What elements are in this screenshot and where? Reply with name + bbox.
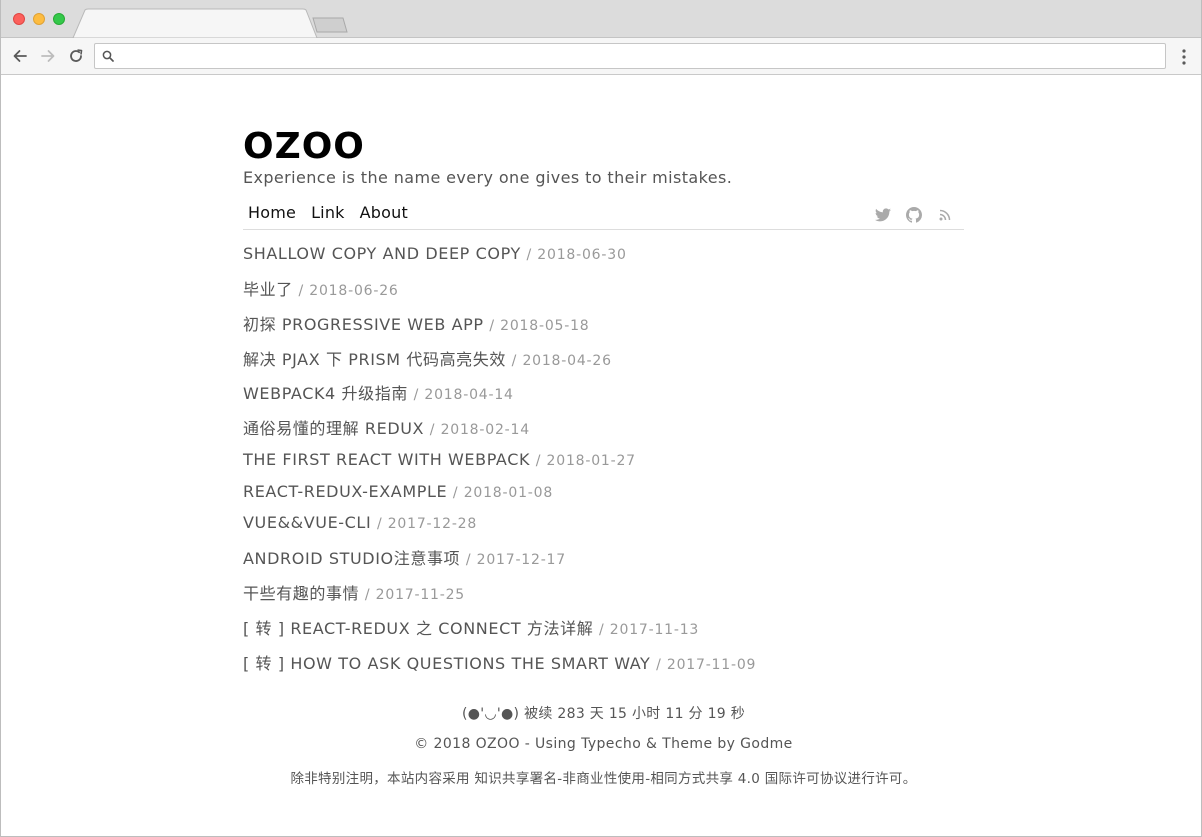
github-icon xyxy=(906,207,922,223)
site-description: Experience is the name every one gives t… xyxy=(243,168,733,187)
post-title[interactable]: 毕业了 xyxy=(243,280,293,299)
post-item: React-Redux-Example / 2018-01-08 xyxy=(243,482,553,501)
reload-button[interactable] xyxy=(66,46,86,66)
nav-item-link[interactable]: Link xyxy=(311,203,345,223)
post-date: / 2018-01-27 xyxy=(535,453,636,469)
kebab-menu-icon xyxy=(1182,49,1186,65)
post-item: [ 转 ] React-Redux 之 connect 方法详解 / 2017-… xyxy=(243,615,699,639)
post-title[interactable]: 干些有趣的事情 xyxy=(243,584,359,603)
post-title[interactable]: Vue&&Vue-cli xyxy=(243,513,371,532)
browser-window: OZOO Experience is the name every one gi… xyxy=(0,0,1202,837)
post-date: / 2018-06-26 xyxy=(298,283,399,299)
post-title[interactable]: Android Studio注意事项 xyxy=(243,549,460,568)
post-date: / 2017-11-13 xyxy=(599,622,700,638)
post-item: 通俗易懂的理解 Redux / 2018-02-14 xyxy=(243,415,530,439)
post-item: Android Studio注意事项 / 2017-12-17 xyxy=(243,545,566,569)
post-date: / 2018-05-18 xyxy=(489,318,590,334)
back-arrow-icon xyxy=(13,50,27,62)
nav-item-home[interactable]: Home xyxy=(248,203,296,223)
github-link[interactable] xyxy=(905,207,923,223)
post-date: / 2018-04-14 xyxy=(413,387,514,403)
post-date: / 2017-12-17 xyxy=(465,552,566,568)
site-title[interactable]: OZOO xyxy=(243,125,964,169)
address-bar[interactable] xyxy=(94,43,1166,69)
search-icon xyxy=(102,50,114,62)
copyright-text: © 2018 OZOO - Using Typecho & Theme by G… xyxy=(414,736,793,752)
license-text: 除非特别注明，本站内容采用 知识共享署名-非商业性使用-相同方式共享 4.0 国… xyxy=(290,771,917,787)
post-title[interactable]: Shallow copy and deep copy xyxy=(243,244,521,263)
post-date: / 2018-04-26 xyxy=(511,353,612,369)
post-date: / 2018-01-08 xyxy=(452,485,554,501)
post-item: [ 转 ] How To Ask Questions The Smart Way… xyxy=(243,650,756,674)
new-tab-button[interactable] xyxy=(312,17,348,33)
uptime-counter: (●'◡'●) 被续 283 天 15 小时 11 分 19 秒 xyxy=(461,706,746,722)
post-title[interactable]: Webpack4 升级指南 xyxy=(243,384,408,403)
post-item: 毕业了 / 2018-06-26 xyxy=(243,276,399,300)
forward-button[interactable] xyxy=(38,46,58,66)
main-nav: Home Link About xyxy=(243,203,964,230)
post-item: Vue&&Vue-cli / 2017-12-28 xyxy=(243,513,477,532)
post-date: / 2018-06-30 xyxy=(526,247,627,263)
post-item: Webpack4 升级指南 / 2018-04-14 xyxy=(243,380,514,404)
twitter-icon xyxy=(875,208,891,222)
post-item: 干些有趣的事情 / 2017-11-25 xyxy=(243,580,465,604)
rss-icon xyxy=(939,209,951,221)
post-title[interactable]: [ 转 ] React-Redux 之 connect 方法详解 xyxy=(243,619,593,638)
browser-menu-button[interactable] xyxy=(1176,47,1192,67)
post-date: / 2017-11-25 xyxy=(364,587,466,603)
post-item: The first React with Webpack / 2018-01-2… xyxy=(243,450,636,469)
post-date: / 2018-02-14 xyxy=(429,422,530,438)
post-title[interactable]: The first React with Webpack xyxy=(243,450,530,469)
nav-item-about[interactable]: About xyxy=(360,203,408,223)
title-bar xyxy=(1,0,1201,38)
page-content: OZOO Experience is the name every one gi… xyxy=(243,125,964,230)
active-tab[interactable] xyxy=(72,8,318,38)
browser-toolbar xyxy=(1,38,1201,75)
back-button[interactable] xyxy=(10,46,30,66)
tab-strip xyxy=(72,8,348,38)
twitter-link[interactable] xyxy=(874,207,892,223)
post-item: Shallow copy and deep copy / 2018-06-30 xyxy=(243,244,627,263)
post-title[interactable]: 通俗易懂的理解 Redux xyxy=(243,419,424,438)
post-title[interactable]: 解决 PJAX 下 Prism 代码高亮失效 xyxy=(243,350,506,369)
reload-icon xyxy=(70,49,83,62)
social-links xyxy=(874,207,954,223)
rss-link[interactable] xyxy=(936,207,954,223)
post-date: / 2017-11-09 xyxy=(656,657,757,673)
address-input[interactable] xyxy=(121,46,1151,66)
post-title[interactable]: 初探 Progressive Web App xyxy=(243,315,484,334)
post-date: / 2017-12-28 xyxy=(376,516,478,532)
post-item: 初探 Progressive Web App / 2018-05-18 xyxy=(243,311,590,335)
post-title[interactable]: React-Redux-Example xyxy=(243,482,447,501)
post-title[interactable]: [ 转 ] How To Ask Questions The Smart Way xyxy=(243,654,650,673)
forward-arrow-icon xyxy=(41,50,55,62)
post-item: 解决 PJAX 下 Prism 代码高亮失效 / 2018-04-26 xyxy=(243,346,612,370)
